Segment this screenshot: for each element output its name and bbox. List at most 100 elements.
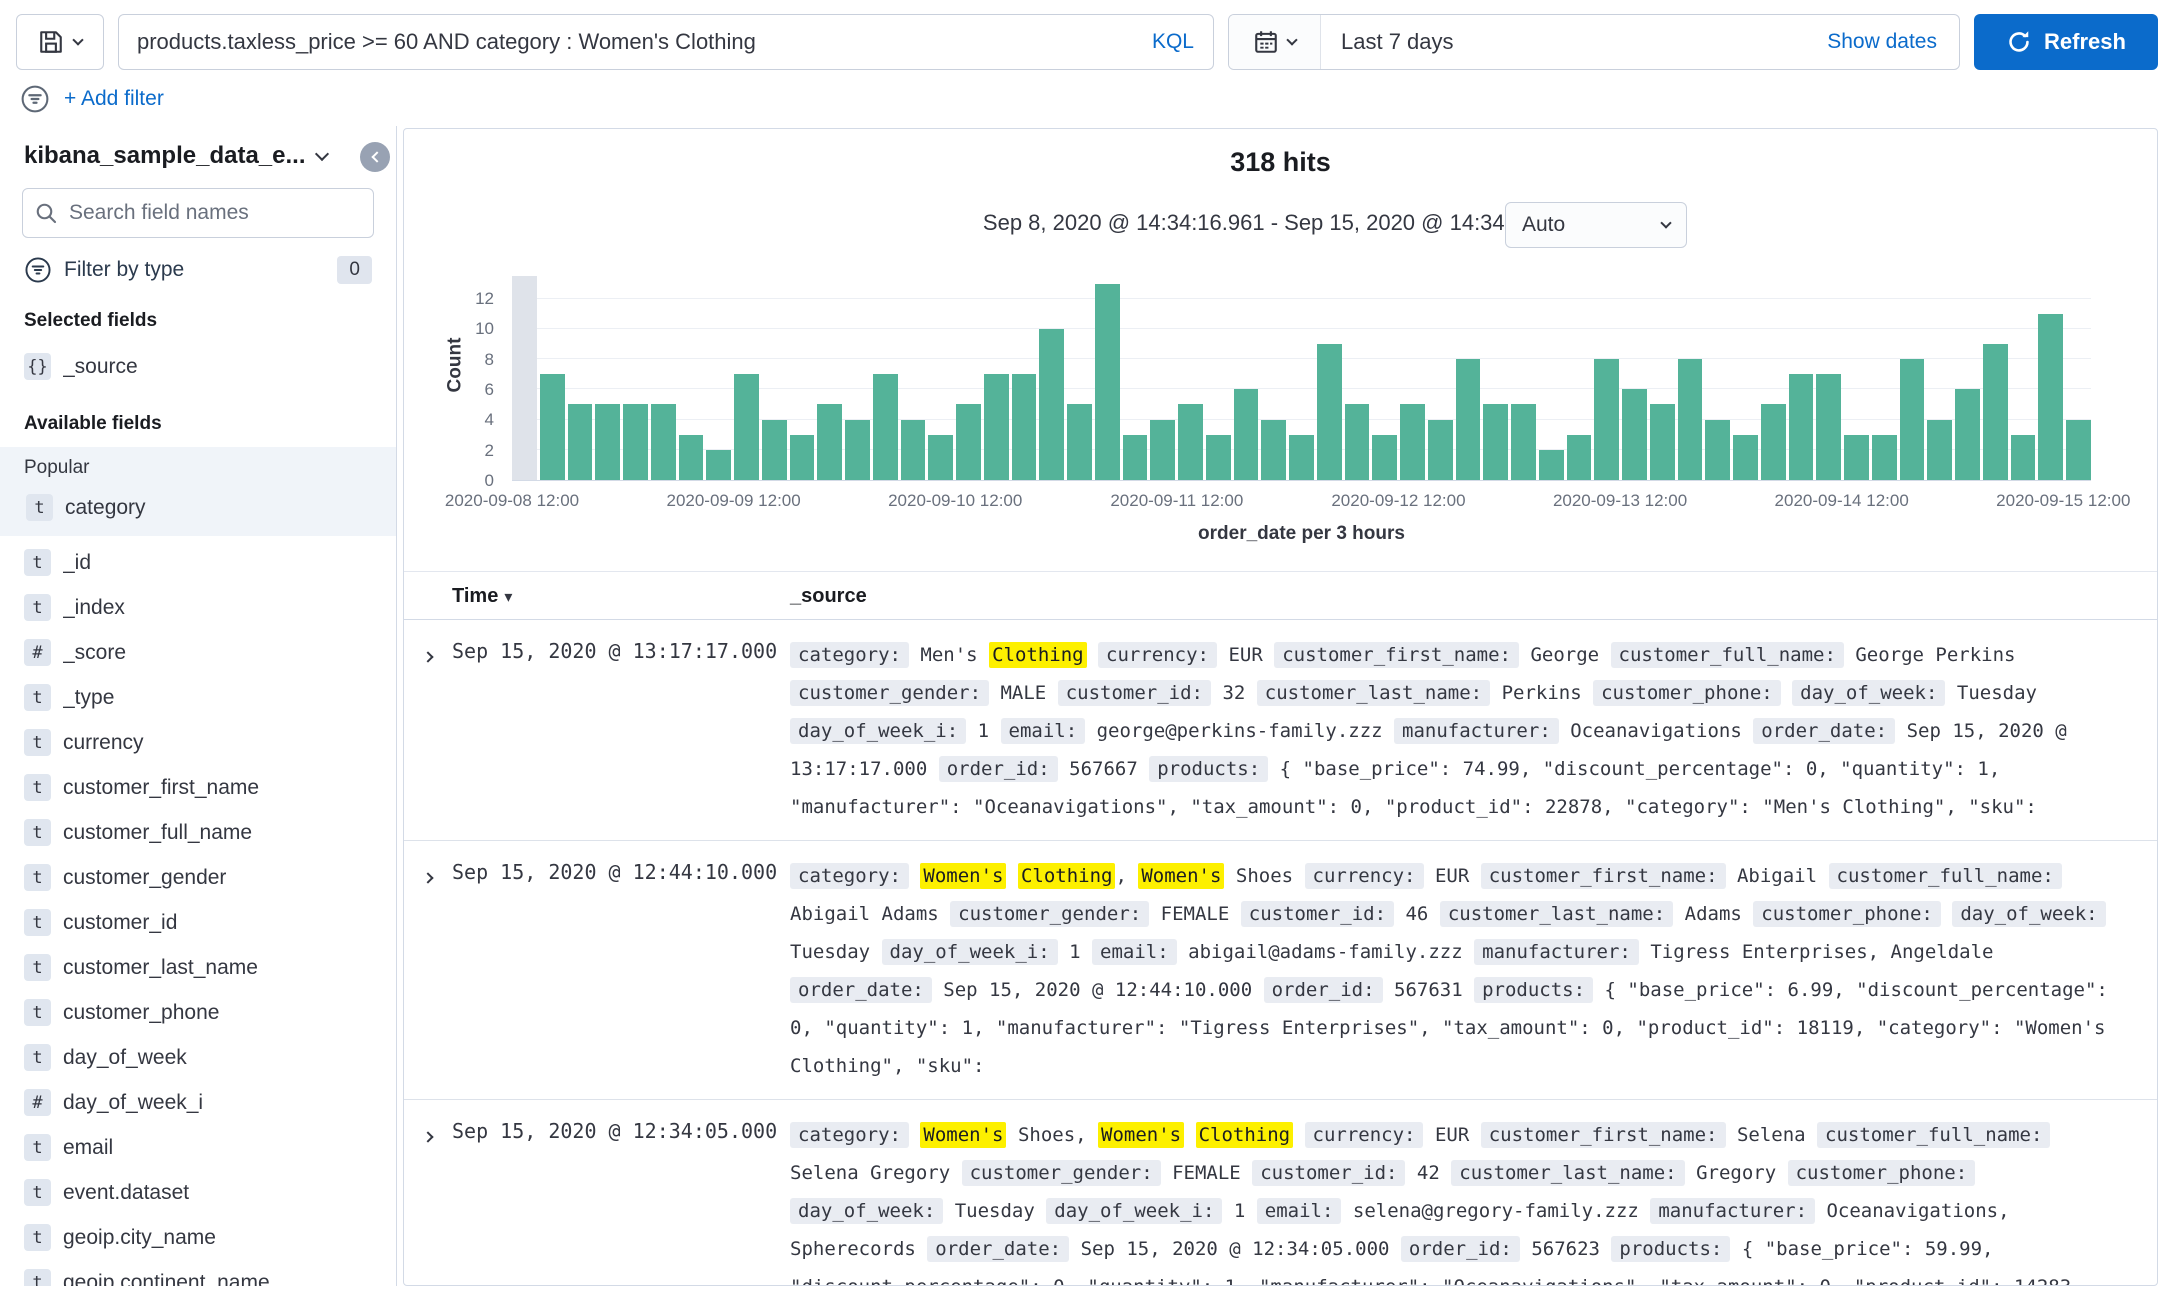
save-query-button[interactable] [16, 14, 104, 70]
y-tick-label: 0 [484, 471, 494, 490]
histogram-bar[interactable] [1844, 434, 1869, 480]
field-search-input[interactable] [22, 188, 374, 238]
sidebar-field-customer_id[interactable]: t customer_id [22, 900, 374, 945]
histogram-bar[interactable] [1566, 434, 1592, 480]
histogram-bar[interactable] [1622, 389, 1647, 480]
histogram-bar[interactable] [1178, 404, 1203, 480]
histogram-bar[interactable] [1233, 389, 1259, 480]
time-range-value[interactable]: Last 7 days [1321, 29, 1827, 55]
histogram-partial-bucket[interactable] [512, 276, 537, 480]
index-pattern-selector[interactable]: kibana_sample_data_e... [24, 142, 305, 170]
histogram-bar[interactable] [1538, 449, 1564, 480]
field-value: Tigress Enterprises, Angeldale [1650, 941, 1994, 963]
sidebar-field-_source[interactable]: {} _source [22, 344, 374, 389]
sidebar-field-customer_first_name[interactable]: t customer_first_name [22, 765, 374, 810]
histogram-bar[interactable] [539, 374, 565, 480]
histogram-bar[interactable] [1400, 404, 1425, 480]
histogram-bar[interactable] [1122, 434, 1148, 480]
sidebar-field-day_of_week[interactable]: t day_of_week [22, 1035, 374, 1080]
sidebar-field-customer_last_name[interactable]: t customer_last_name [22, 945, 374, 990]
histogram-bar[interactable] [2038, 313, 2063, 480]
interval-select[interactable]: Auto [1505, 202, 1687, 248]
sidebar-field-customer_full_name[interactable]: t customer_full_name [22, 810, 374, 855]
histogram-bar[interactable] [928, 434, 953, 480]
string-field-icon: t [24, 999, 51, 1026]
popular-fields-list: t category [24, 485, 372, 530]
histogram-bar[interactable] [1094, 283, 1120, 480]
histogram-bar[interactable] [2066, 419, 2091, 480]
histogram-bar[interactable] [1760, 404, 1786, 480]
histogram-bar[interactable] [789, 434, 815, 480]
histogram-bar[interactable] [983, 374, 1009, 480]
sidebar-field-email[interactable]: t email [22, 1125, 374, 1170]
histogram-bar[interactable] [1677, 359, 1703, 480]
histogram-bar[interactable] [678, 434, 704, 480]
filter-by-type-button[interactable]: Filter by type 0 [22, 254, 374, 286]
histogram-bar[interactable] [1982, 344, 2008, 480]
time-column-header[interactable]: Time ▾ [452, 585, 790, 608]
histogram-bar[interactable] [872, 374, 898, 480]
field-key: day_of_week: [1952, 901, 2106, 927]
sidebar-field-geoip.city_name[interactable]: t geoip.city_name [22, 1215, 374, 1260]
sidebar-field-day_of_week_i[interactable]: # day_of_week_i [22, 1080, 374, 1125]
expand-row-button[interactable] [404, 1116, 452, 1146]
histogram-bar[interactable] [900, 419, 926, 480]
histogram-bar[interactable] [1955, 389, 1980, 480]
histogram-bar[interactable] [2010, 434, 2036, 480]
histogram-bar[interactable] [734, 374, 759, 480]
histogram-bar[interactable] [1011, 374, 1037, 480]
histogram-bar[interactable] [1594, 359, 1619, 480]
quick-select-button[interactable] [1229, 15, 1321, 69]
sidebar-field-category[interactable]: t category [24, 485, 372, 530]
sidebar-field-customer_gender[interactable]: t customer_gender [22, 855, 374, 900]
histogram-bar[interactable] [1705, 419, 1730, 480]
histogram-bar[interactable] [1205, 434, 1231, 480]
filter-icon[interactable] [20, 84, 50, 114]
histogram-bar[interactable] [706, 449, 731, 480]
sidebar-field-customer_phone[interactable]: t customer_phone [22, 990, 374, 1035]
histogram-bar[interactable] [1427, 419, 1453, 480]
histogram-bar[interactable] [1372, 434, 1397, 480]
histogram-bar[interactable] [1150, 419, 1175, 480]
histogram-bar[interactable] [1067, 404, 1092, 480]
collapse-sidebar-button[interactable] [360, 142, 390, 172]
sidebar-field-_index[interactable]: t _index [22, 585, 374, 630]
sidebar-field-_score[interactable]: # _score [22, 630, 374, 675]
histogram-bar[interactable] [761, 419, 787, 480]
histogram-bar[interactable] [650, 404, 676, 480]
expand-row-button[interactable] [404, 636, 452, 666]
histogram-bar[interactable] [1649, 404, 1675, 480]
show-dates-button[interactable]: Show dates [1827, 30, 1959, 54]
histogram-bar[interactable] [1289, 434, 1314, 480]
sidebar-field-event.dataset[interactable]: t event.dataset [22, 1170, 374, 1215]
sidebar-field-_type[interactable]: t _type [22, 675, 374, 720]
histogram-bar[interactable] [1899, 359, 1925, 480]
add-filter-button[interactable]: + Add filter [64, 87, 164, 111]
kql-language-switch[interactable]: KQL [1152, 30, 1194, 54]
string-field-icon: t [24, 684, 51, 711]
histogram-bar[interactable] [1344, 404, 1370, 480]
histogram-bar[interactable] [956, 404, 981, 480]
histogram-bar[interactable] [623, 404, 648, 480]
histogram-bar[interactable] [1733, 434, 1758, 480]
histogram-bar[interactable] [567, 404, 593, 480]
sidebar-field-currency[interactable]: t currency [22, 720, 374, 765]
histogram-bar[interactable] [595, 404, 620, 480]
histogram-bar[interactable] [1816, 374, 1841, 480]
histogram-bar[interactable] [1483, 404, 1508, 480]
histogram-bar[interactable] [1455, 359, 1481, 480]
histogram-bar[interactable] [1927, 419, 1952, 480]
histogram-bar[interactable] [1871, 434, 1897, 480]
histogram-bar[interactable] [1511, 404, 1536, 480]
sidebar-field-_id[interactable]: t _id [22, 540, 374, 585]
histogram-bar[interactable] [1788, 374, 1814, 480]
histogram-bar[interactable] [845, 419, 870, 480]
histogram-bar[interactable] [1261, 419, 1286, 480]
sidebar-field-geoip.continent_name[interactable]: t geoip.continent_name [22, 1260, 374, 1286]
histogram-bar[interactable] [1039, 328, 1064, 480]
histogram-bar[interactable] [817, 404, 842, 480]
query-input[interactable] [118, 14, 1214, 70]
expand-row-button[interactable] [404, 857, 452, 887]
refresh-button[interactable]: Refresh [1974, 14, 2158, 70]
histogram-bar[interactable] [1316, 344, 1342, 480]
